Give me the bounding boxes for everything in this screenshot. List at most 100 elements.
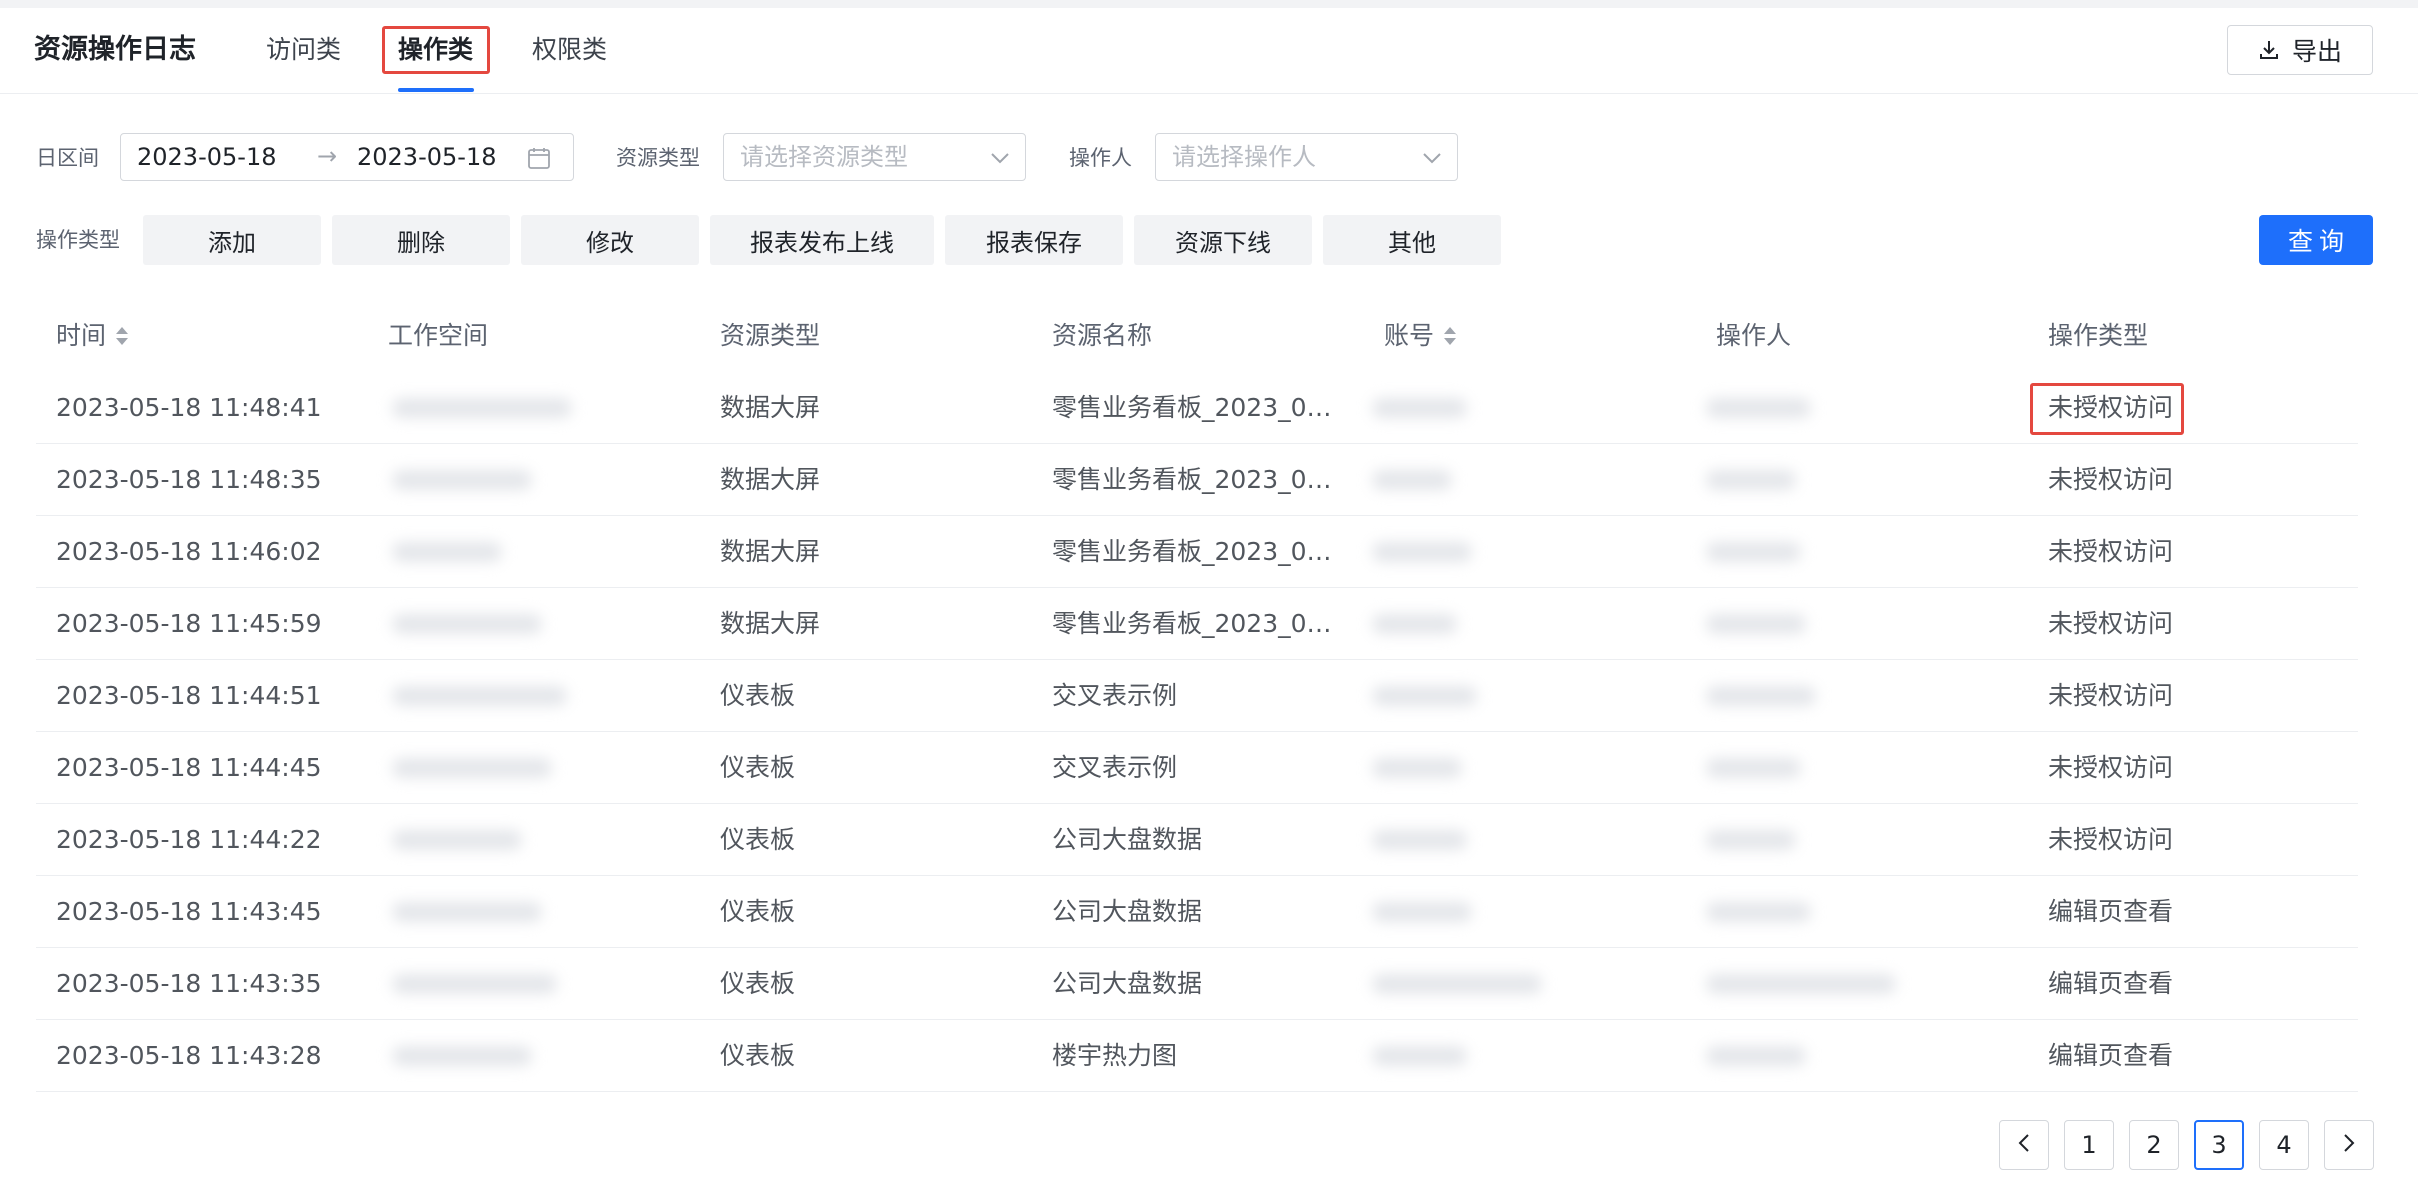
page-2-button[interactable]: 2 [2129, 1120, 2179, 1170]
column-header-operator: 操作人 [1716, 300, 1791, 372]
redacted-text [1372, 974, 1542, 994]
date-range-arrow: → [317, 142, 338, 170]
cell-resource-type: 仪表板 [720, 681, 796, 710]
table-row[interactable]: 2023-05-18 11:44:45 仪表板 交叉表示例 未授权访问 [36, 732, 2358, 804]
redacted-text [1372, 1046, 1467, 1066]
op-type-modify[interactable]: 修改 [521, 215, 699, 265]
prev-page-button[interactable] [1999, 1120, 2049, 1170]
cell-workspace [362, 444, 562, 516]
top-strip [0, 0, 2418, 8]
page-1-button[interactable]: 1 [2064, 1120, 2114, 1170]
redacted-text [1706, 758, 1801, 778]
redacted-text [1372, 398, 1467, 418]
redacted-text [1372, 758, 1462, 778]
cell-resource-type: 仪表板 [720, 753, 796, 782]
cell-highlight-box [2030, 383, 2184, 435]
cell-operator [1676, 588, 1946, 660]
cell-resource-name: 交叉表示例 [1052, 753, 1178, 782]
tab-access[interactable]: 访问类 [266, 30, 341, 70]
cell-resource-name: 零售业务看板_2023_03... [1052, 609, 1342, 638]
op-type-offline[interactable]: 资源下线 [1134, 215, 1312, 265]
next-page-button[interactable] [2324, 1120, 2374, 1170]
page-3-button[interactable]: 3 [2194, 1120, 2244, 1170]
op-type-save[interactable]: 报表保存 [945, 215, 1123, 265]
cell-operator [1676, 732, 1946, 804]
cell-operator [1676, 516, 1946, 588]
cell-op-type: 未授权访问 [2048, 825, 2174, 854]
cell-resource-type: 仪表板 [720, 825, 796, 854]
cell-account [1342, 660, 1502, 732]
column-header-time[interactable]: 时间 [56, 300, 130, 372]
cell-workspace [362, 876, 562, 948]
date-range-picker[interactable]: 2023-05-18 → 2023-05-18 [120, 133, 574, 181]
op-type-label: 操作类型 [36, 228, 120, 252]
page-4-button[interactable]: 4 [2259, 1120, 2309, 1170]
cell-workspace [362, 588, 562, 660]
op-type-add[interactable]: 添加 [143, 215, 321, 265]
redacted-text [1706, 398, 1811, 418]
table-row[interactable]: 2023-05-18 11:48:35 数据大屏 零售业务看板_2023_03...… [36, 444, 2358, 516]
cell-operator [1676, 1020, 1946, 1092]
table-row[interactable]: 2023-05-18 11:45:59 数据大屏 零售业务看板_2023_03...… [36, 588, 2358, 660]
redacted-text [1706, 470, 1796, 490]
page-title: 资源操作日志 [34, 34, 196, 65]
column-header-label: 资源名称 [1052, 321, 1153, 350]
operator-label: 操作人 [1069, 146, 1132, 170]
query-button[interactable]: 查询 [2259, 215, 2373, 265]
date-end-input[interactable]: 2023-05-18 [357, 142, 496, 172]
table-row[interactable]: 2023-05-18 11:48:41 数据大屏 零售业务看板_2023_03...… [36, 372, 2358, 444]
operator-placeholder: 请选择操作人 [1172, 143, 1316, 171]
cell-resource-type: 数据大屏 [720, 393, 821, 422]
table-row[interactable]: 2023-05-18 11:44:51 仪表板 交叉表示例 未授权访问 [36, 660, 2358, 732]
cell-resource-name: 公司大盘数据 [1052, 825, 1203, 854]
sort-icon[interactable] [1442, 324, 1458, 348]
column-header-account[interactable]: 账号 [1384, 300, 1458, 372]
op-type-delete[interactable]: 删除 [332, 215, 510, 265]
table-row[interactable]: 2023-05-18 11:46:02 数据大屏 零售业务看板_2023_03...… [36, 516, 2358, 588]
table-row[interactable]: 2023-05-18 11:43:45 仪表板 公司大盘数据 编辑页查看 [36, 876, 2358, 948]
redacted-text [1372, 830, 1467, 850]
cell-resource-type: 数据大屏 [720, 465, 821, 494]
operator-select[interactable]: 请选择操作人 [1155, 133, 1458, 181]
cell-op-type: 编辑页查看 [2048, 969, 2174, 998]
column-header-op-type: 操作类型 [2048, 300, 2148, 372]
date-start-input[interactable]: 2023-05-18 [137, 142, 276, 172]
redacted-text [392, 614, 542, 634]
cell-resource-type: 仪表板 [720, 969, 796, 998]
cell-operator [1676, 876, 1946, 948]
cell-time: 2023-05-18 11:43:28 [56, 1041, 322, 1070]
chevron-right-icon [2342, 1131, 2356, 1159]
op-type-other[interactable]: 其他 [1323, 215, 1501, 265]
cell-resource-type: 仪表板 [720, 897, 796, 926]
cell-time: 2023-05-18 11:48:41 [56, 393, 322, 422]
redacted-text [1706, 614, 1806, 634]
resource-type-select[interactable]: 请选择资源类型 [723, 133, 1026, 181]
cell-account [1342, 948, 1542, 1020]
cell-time: 2023-05-18 11:43:35 [56, 969, 322, 998]
column-header-label: 操作类型 [2048, 321, 2149, 350]
redacted-text [392, 470, 532, 490]
resource-type-label: 资源类型 [616, 146, 700, 170]
redacted-text [1372, 686, 1477, 706]
table-row[interactable]: 2023-05-18 11:44:22 仪表板 公司大盘数据 未授权访问 [36, 804, 2358, 876]
cell-account [1342, 804, 1502, 876]
redacted-text [1706, 902, 1811, 922]
cell-op-type: 编辑页查看 [2048, 1041, 2174, 1070]
cell-account [1342, 588, 1502, 660]
cell-workspace [362, 660, 567, 732]
cell-operator [1676, 660, 1946, 732]
redacted-text [392, 830, 522, 850]
column-header-label: 账号 [1384, 321, 1435, 350]
cell-op-type: 未授权访问 [2048, 537, 2174, 566]
cell-time: 2023-05-18 11:44:45 [56, 753, 322, 782]
cell-account [1342, 732, 1502, 804]
column-header-resource-name: 资源名称 [1052, 300, 1152, 372]
table-row[interactable]: 2023-05-18 11:43:35 仪表板 公司大盘数据 编辑页查看 [36, 948, 2358, 1020]
sort-icon[interactable] [114, 324, 130, 348]
tab-permission[interactable]: 权限类 [532, 30, 607, 70]
export-button[interactable]: 导出 [2227, 25, 2373, 75]
redacted-text [1372, 470, 1452, 490]
table-row[interactable]: 2023-05-18 11:43:28 仪表板 楼宇热力图 编辑页查看 [36, 1020, 2358, 1092]
op-type-publish[interactable]: 报表发布上线 [710, 215, 934, 265]
cell-workspace [362, 372, 572, 444]
